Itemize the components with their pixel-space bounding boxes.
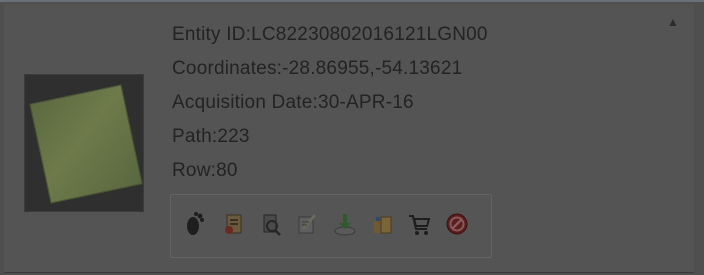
download-icon[interactable] <box>331 209 359 239</box>
exclude-icon[interactable] <box>443 209 471 239</box>
coordinates: Coordinates:-28.86955,-54.13621 <box>172 58 463 79</box>
results-window: Entity ID:LC82230802016121LGN00 Coordina… <box>0 0 704 275</box>
result-item: Entity ID:LC82230802016121LGN00 Coordina… <box>4 4 694 273</box>
scene-info: Entity ID:LC82230802016121LGN00 Coordina… <box>172 18 642 188</box>
bulk-download-icon[interactable] <box>369 209 397 239</box>
acquisition-date: Acquisition Date:30-APR-16 <box>172 92 414 113</box>
path: Path:223 <box>172 126 250 147</box>
cart-icon[interactable] <box>405 209 433 239</box>
scene-thumbnail-image <box>29 84 143 204</box>
entity-id: Entity ID:LC82230802016121LGN00 <box>172 24 488 45</box>
footprint-icon[interactable] <box>181 209 209 239</box>
scene-thumbnail[interactable] <box>24 74 144 212</box>
metadata-icon[interactable] <box>219 209 247 239</box>
scroll-up-arrow-icon[interactable]: ▲ <box>666 16 680 28</box>
row: Row:80 <box>172 160 238 181</box>
compare-icon[interactable] <box>257 209 285 239</box>
order-scene-icon[interactable] <box>293 209 321 239</box>
result-toolbar <box>170 194 492 258</box>
